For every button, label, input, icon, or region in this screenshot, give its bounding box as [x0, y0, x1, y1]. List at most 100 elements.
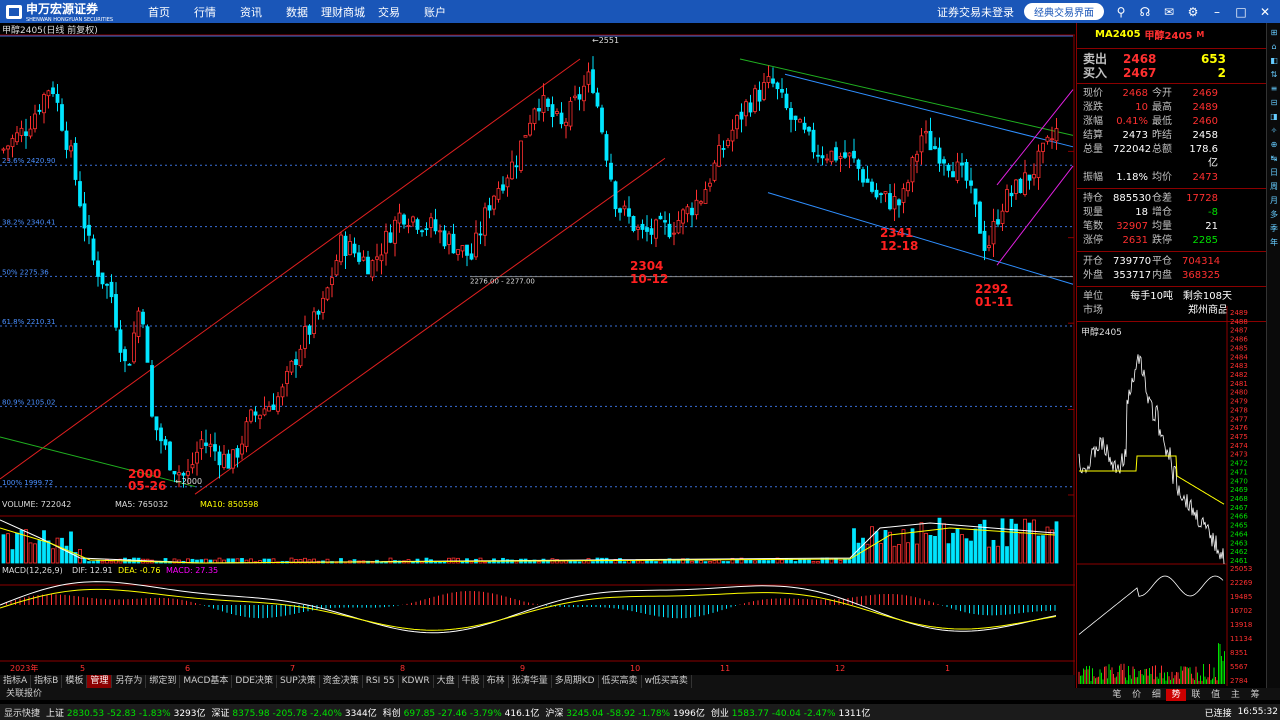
- indicator-tab[interactable]: 张涛华量: [509, 675, 552, 688]
- toolbar-icon[interactable]: ✧: [1271, 125, 1278, 136]
- intraday-chart[interactable]: 2489248824872486248524842483248224812480…: [1077, 306, 1267, 686]
- volume-bars: [1, 517, 1059, 564]
- buy-row: 买入 2467 2: [1077, 66, 1267, 80]
- position-stat-label: 持仓: [1083, 193, 1103, 204]
- maximize-icon[interactable]: □: [1234, 5, 1248, 19]
- indicator-tab[interactable]: 模板: [62, 675, 88, 688]
- toolbar-icon[interactable]: ⇅: [1271, 69, 1278, 80]
- toolbar-icon[interactable]: ⊞: [1271, 27, 1278, 38]
- index-name: 科创: [382, 708, 401, 719]
- index-quote[interactable]: 深证 8375.98 -205.78 -2.40% 3344亿: [212, 706, 377, 719]
- indicator-tab[interactable]: 指标B: [31, 675, 63, 688]
- indicator-tab[interactable]: 多周期KD: [552, 675, 599, 688]
- indicator-tab[interactable]: SUP决策: [277, 675, 320, 688]
- indicator-tab[interactable]: 指标A: [0, 675, 32, 688]
- toolbar-icon[interactable]: ◨: [1270, 111, 1278, 122]
- macd-dif-line: [0, 581, 1057, 634]
- side-tab[interactable]: 价: [1127, 689, 1147, 701]
- mini-price-label: 2477: [1230, 415, 1248, 423]
- position-stat-row: 涨停 2631 跌停 2285: [1077, 234, 1267, 248]
- index-value: 3245.04: [566, 708, 604, 719]
- indicator-tab[interactable]: MACD基本: [180, 675, 233, 688]
- side-tab[interactable]: 联: [1186, 689, 1206, 701]
- quick-display-toggle[interactable]: 显示快捷: [4, 706, 40, 719]
- trend-line: [739, 58, 1074, 136]
- toolbar-icon[interactable]: ⊕: [1271, 139, 1278, 150]
- minimize-icon[interactable]: –: [1210, 5, 1224, 19]
- chart-area[interactable]: 甲醇2405(日线 前复权) 23.6% 2420.90 38.2% 2340.4…: [0, 23, 1075, 675]
- mini-volume-label: 22269: [1230, 579, 1252, 587]
- indicator-tab[interactable]: 另存为: [112, 675, 147, 688]
- headset-icon[interactable]: ☊: [1138, 5, 1152, 19]
- quote-stat-label: 最低: [1152, 116, 1172, 127]
- mini-price-label: 2489: [1230, 309, 1248, 317]
- side-tab[interactable]: 主: [1226, 689, 1246, 701]
- period-button[interactable]: 季: [1270, 223, 1278, 234]
- mini-price-label: 2462: [1230, 548, 1248, 556]
- nav-item-0[interactable]: 首页: [136, 4, 182, 20]
- index-amount: 3344亿: [344, 708, 377, 719]
- period-button[interactable]: 多: [1270, 209, 1278, 220]
- mini-volume-label: 13918: [1230, 621, 1252, 629]
- indicator-tab[interactable]: KDWR: [399, 675, 434, 688]
- indicator-tab[interactable]: 资金决策: [320, 675, 363, 688]
- side-tab[interactable]: 笔: [1107, 689, 1127, 701]
- login-status[interactable]: 证券交易未登录: [937, 4, 1014, 20]
- nav-item-6[interactable]: 账户: [412, 4, 458, 20]
- period-button[interactable]: 日: [1270, 167, 1278, 178]
- toolbar-icon[interactable]: ⊟: [1271, 97, 1278, 108]
- indicator-tab[interactable]: w低买高卖: [642, 675, 692, 688]
- side-tab[interactable]: 势: [1166, 689, 1186, 701]
- nav-item-5[interactable]: 交易: [366, 4, 412, 20]
- indicator-tab[interactable]: 牛股: [459, 675, 484, 688]
- index-name: 深证: [211, 708, 230, 719]
- side-tab[interactable]: 细: [1147, 689, 1167, 701]
- toolbar-icon[interactable]: ⌂: [1271, 41, 1276, 52]
- index-quote[interactable]: 创业 1583.77 -40.04 -2.47% 1311亿: [711, 706, 871, 719]
- index-quote[interactable]: 上证 2830.53 -52.83 -1.83% 3293亿: [46, 706, 206, 719]
- quote-stat-value: 2460: [1192, 116, 1218, 127]
- quote-stat-value: 2468: [1122, 88, 1148, 99]
- indicator-tab[interactable]: DDE决策: [232, 675, 277, 688]
- nav-item-4[interactable]: 理财商城: [320, 4, 366, 20]
- side-tab[interactable]: 值: [1206, 689, 1226, 701]
- close-icon[interactable]: ✕: [1258, 5, 1272, 19]
- toolbar-icon[interactable]: ↹: [1271, 153, 1278, 164]
- toolbar-icon[interactable]: ◧: [1270, 55, 1278, 66]
- nav-item-2[interactable]: 资讯: [228, 4, 274, 20]
- related-quote-label[interactable]: 关联报价: [6, 689, 42, 699]
- index-name: 创业: [710, 708, 729, 719]
- period-button[interactable]: 月: [1270, 195, 1278, 206]
- index-quote[interactable]: 沪深 3245.04 -58.92 -1.78% 1996亿: [545, 706, 705, 719]
- mini-price-label: 2467: [1230, 504, 1248, 512]
- mini-price-label: 2474: [1230, 442, 1248, 450]
- index-percent: -1.78%: [638, 708, 671, 719]
- index-value: 697.85: [403, 708, 436, 719]
- gear-icon[interactable]: ⚙: [1186, 5, 1200, 19]
- indicator-tabs: 指标A 指标B 模板 管理 另存为 绑定到 MACD基本 DDE决策 SUP决策 资金决策 RSI …: [0, 675, 1075, 688]
- index-name: 上证: [46, 708, 65, 719]
- indicator-tab[interactable]: RSI 55: [363, 675, 399, 688]
- indicator-tab[interactable]: 大盘: [434, 675, 459, 688]
- classic-trading-button[interactable]: 经典交易界面: [1024, 3, 1104, 20]
- index-change: -205.78: [272, 708, 308, 719]
- index-quote[interactable]: 科创 697.85 -27.46 -3.79% 416.1亿: [383, 706, 540, 719]
- nav-item-1[interactable]: 行情: [182, 4, 228, 20]
- position-stat-value: 17728: [1186, 193, 1218, 204]
- nav-item-3[interactable]: 数据: [274, 4, 320, 20]
- toolbar-icon[interactable]: ≡: [1271, 83, 1278, 94]
- sell-price: 2468: [1123, 52, 1157, 66]
- indicator-tab[interactable]: 管理: [87, 675, 113, 688]
- side-tab[interactable]: 筹: [1245, 689, 1265, 701]
- index-change: -58.92: [606, 708, 636, 719]
- period-button[interactable]: 年: [1270, 237, 1278, 248]
- period-button[interactable]: 周: [1270, 181, 1278, 192]
- mail-icon[interactable]: ✉: [1162, 5, 1176, 19]
- indicator-tab[interactable]: 布林: [484, 675, 509, 688]
- kline-chart[interactable]: 23.6% 2420.90 38.2% 2340.41 50% 2275.36 61.…: [0, 23, 1075, 675]
- quote-stat-row: 振幅 1.18% 均价 2473: [1077, 171, 1267, 185]
- search-icon[interactable]: ⚲: [1114, 5, 1128, 19]
- position-stat-label: 均量: [1152, 221, 1172, 232]
- indicator-tab[interactable]: 低买高卖: [599, 675, 642, 688]
- indicator-tab[interactable]: 绑定到: [146, 675, 181, 688]
